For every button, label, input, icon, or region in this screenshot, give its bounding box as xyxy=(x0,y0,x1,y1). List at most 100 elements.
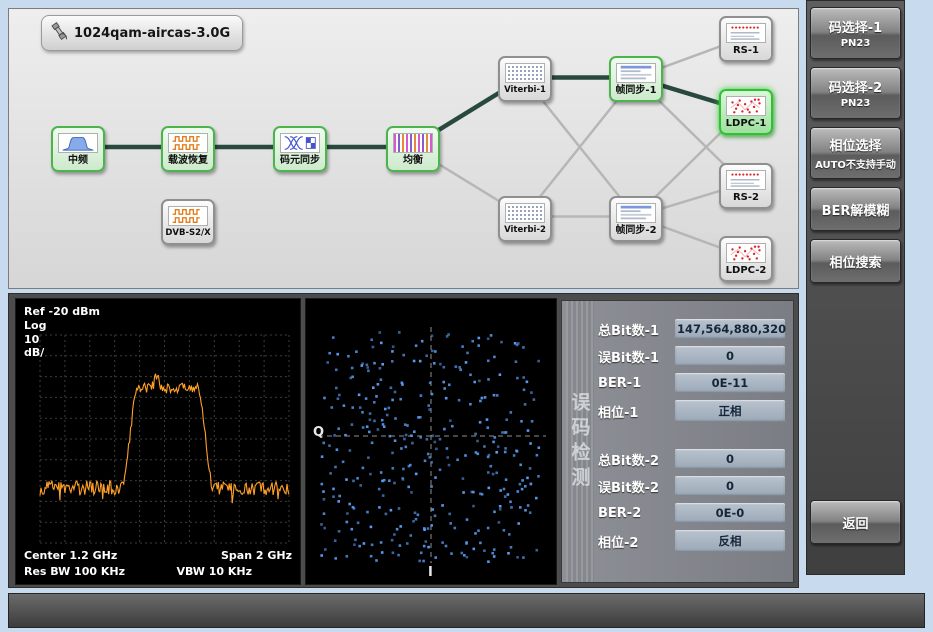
spectrum-analyzer-display: Ref -20 dBm Log 10 dB/ Center 1.2 GHz Sp… xyxy=(15,298,301,585)
row-value: 0E-0 xyxy=(675,503,785,523)
eye-diagram-icon xyxy=(280,133,320,153)
row-label: BER-1 xyxy=(598,376,641,391)
node-if[interactable]: 中频 xyxy=(51,126,105,172)
row-value: 0 xyxy=(675,449,785,469)
i-axis-label: I xyxy=(428,565,433,580)
node-label: Viterbi-2 xyxy=(504,226,546,235)
node-frame-sync-1[interactable]: 帧同步-1 xyxy=(609,56,663,102)
node-label: 帧同步-1 xyxy=(615,86,656,96)
trellis-dots-icon xyxy=(505,203,545,223)
bottom-status-bar xyxy=(8,593,925,628)
row-value: 0 xyxy=(675,346,785,366)
node-frame-sync-2[interactable]: 帧同步-2 xyxy=(609,196,663,242)
node-label: LDPC-1 xyxy=(726,119,767,129)
node-viterbi-1[interactable]: Viterbi-1 xyxy=(498,56,552,102)
row-value: 0E-11 xyxy=(675,373,785,393)
constellation-dots xyxy=(306,299,557,585)
square-wave-icon xyxy=(168,206,208,226)
center-freq-label: Center 1.2 GHz xyxy=(24,549,117,562)
ref-level-label: Ref -20 dBm xyxy=(24,305,100,319)
row-label: 总Bit数-1 xyxy=(598,320,659,339)
row-label: BER-2 xyxy=(598,506,641,521)
rs-decoder-icon xyxy=(726,170,766,190)
node-rs-1[interactable]: RS-1 xyxy=(719,16,773,62)
node-label: RS-1 xyxy=(733,46,759,56)
rbw-label: Res BW 100 KHz xyxy=(24,565,125,578)
ber-statistics-panel: 误码检测 总Bit数-1 147,564,880,320 误Bit数-1 0 B… xyxy=(561,300,794,583)
button-title: 码选择-1 xyxy=(829,17,882,36)
row-label: 总Bit数-2 xyxy=(598,450,659,469)
node-label: 帧同步-2 xyxy=(615,226,656,236)
node-dvbs2x[interactable]: DVB-S2/X xyxy=(161,199,215,245)
node-label: Viterbi-1 xyxy=(504,86,546,95)
log-scale-label: Log xyxy=(24,319,100,333)
ber-row-total-bits-2: 总Bit数-2 0 xyxy=(598,449,785,469)
phase-select-button[interactable]: 相位选择 AUTO不支持手动 xyxy=(810,127,901,179)
ber-row-ber-1: BER-1 0E-11 xyxy=(598,373,785,393)
q-axis-label: Q xyxy=(313,425,324,440)
row-label: 相位-1 xyxy=(598,402,638,421)
trellis-dots-icon xyxy=(505,63,545,83)
button-title: 相位选择 xyxy=(829,135,881,154)
node-ldpc-2[interactable]: LDPC-2 xyxy=(719,236,773,282)
vbw-label: VBW 10 KHz xyxy=(176,565,252,578)
signal-title-chip[interactable]: 1024qam-aircas-3.0G xyxy=(41,15,243,51)
ber-row-error-bits-1: 误Bit数-1 0 xyxy=(598,346,785,366)
ber-side-label: 误码检测 xyxy=(566,301,594,582)
row-value: 0 xyxy=(675,476,785,496)
constellation-display: Q I xyxy=(305,298,557,585)
node-symbol-sync[interactable]: 码元同步 xyxy=(273,126,327,172)
node-label: 均衡 xyxy=(403,156,423,166)
button-title: 码选择-2 xyxy=(829,77,882,96)
right-sidebar: 码选择-1 PN23 码选择-2 PN23 相位选择 AUTO不支持手动 BER… xyxy=(806,0,905,575)
row-label: 误Bit数-1 xyxy=(598,347,659,366)
node-label: 码元同步 xyxy=(280,156,320,166)
ber-row-total-bits-1: 总Bit数-1 147,564,880,320 xyxy=(598,319,785,339)
button-title: 返回 xyxy=(842,513,868,532)
row-label: 相位-2 xyxy=(598,532,638,551)
if-spectrum-icon xyxy=(58,133,98,153)
log-scale-unit: dB/ xyxy=(24,346,100,360)
node-label: DVB-S2/X xyxy=(165,229,210,238)
node-label: 载波恢复 xyxy=(168,156,208,166)
ber-row-ber-2: BER-2 0E-0 xyxy=(598,503,785,523)
button-subtitle: PN23 xyxy=(841,38,871,49)
ber-row-error-bits-2: 误Bit数-2 0 xyxy=(598,476,785,496)
code-select-2-button[interactable]: 码选择-2 PN23 xyxy=(810,67,901,119)
code-select-1-button[interactable]: 码选择-1 PN23 xyxy=(810,7,901,59)
button-title: 相位搜索 xyxy=(829,252,881,271)
signal-title-label: 1024qam-aircas-3.0G xyxy=(74,26,230,41)
square-wave-icon xyxy=(168,133,208,153)
spectrum-ref-settings: Ref -20 dBm Log 10 dB/ xyxy=(24,305,100,360)
node-carrier-recovery[interactable]: 载波恢复 xyxy=(161,126,215,172)
ber-row-phase-2: 相位-2 反相 xyxy=(598,530,785,552)
ber-row-phase-1: 相位-1 正相 xyxy=(598,400,785,422)
ldpc-decoder-icon xyxy=(726,243,766,263)
button-subtitle: PN23 xyxy=(841,98,871,109)
node-label: RS-2 xyxy=(733,193,759,203)
rs-decoder-icon xyxy=(726,23,766,43)
node-label: 中频 xyxy=(68,156,88,166)
button-title: BER解模糊 xyxy=(822,200,890,219)
signal-flow-panel: 1024qam-aircas-3.0G 中频 载波恢复 xyxy=(8,8,799,289)
monitor-area: Ref -20 dBm Log 10 dB/ Center 1.2 GHz Sp… xyxy=(8,293,799,588)
node-rs-2[interactable]: RS-2 xyxy=(719,163,773,209)
row-value: 147,564,880,320 xyxy=(675,319,785,339)
sidebar-spacer xyxy=(810,291,901,492)
back-button[interactable]: 返回 xyxy=(810,500,901,544)
ber-disambiguation-button[interactable]: BER解模糊 xyxy=(810,187,901,231)
frame-sync-icon xyxy=(616,63,656,83)
frame-sync-icon xyxy=(616,203,656,223)
span-label: Span 2 GHz xyxy=(221,549,292,562)
row-value: 反相 xyxy=(675,530,785,552)
node-equalizer[interactable]: 均衡 xyxy=(386,126,440,172)
phase-search-button[interactable]: 相位搜索 xyxy=(810,239,901,283)
row-value: 正相 xyxy=(675,400,785,422)
satellite-icon xyxy=(48,20,70,46)
button-subtitle: AUTO不支持手动 xyxy=(815,156,896,171)
node-ldpc-1[interactable]: LDPC-1 xyxy=(719,89,773,135)
node-label: LDPC-2 xyxy=(726,266,767,276)
node-viterbi-2[interactable]: Viterbi-2 xyxy=(498,196,552,242)
ldpc-decoder-icon xyxy=(726,96,766,116)
equalizer-stripes-icon xyxy=(393,133,433,153)
